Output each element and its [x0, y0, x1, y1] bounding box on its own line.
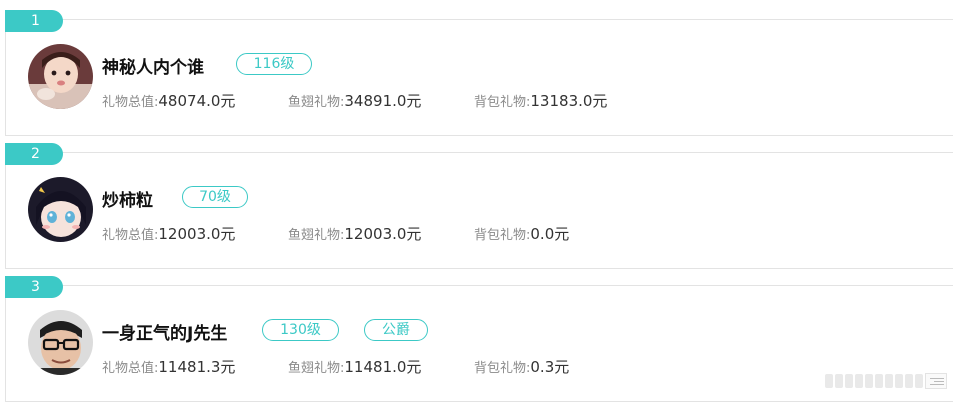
stat-label: 背包礼物:: [474, 361, 531, 376]
stat-label: 背包礼物:: [474, 228, 531, 243]
indicator-dot: [825, 374, 833, 388]
avatar[interactable]: [28, 44, 93, 109]
level-badge: 116级: [236, 53, 312, 75]
noble-badge: 公爵: [364, 319, 428, 341]
user-name[interactable]: 炒柿粒: [102, 186, 153, 211]
level-badge: 70级: [182, 186, 248, 208]
stat-backpack: 背包礼物:0.3元: [474, 356, 569, 377]
avatar[interactable]: [28, 310, 93, 375]
indicator-dot: [895, 374, 903, 388]
indicator-dot: [845, 374, 853, 388]
ranking-card-2: 2 炒柿粒 70级 礼物总值:12003.0元 鱼翅礼物:12003.0元 背包…: [5, 143, 953, 269]
indicator-dot: [865, 374, 873, 388]
stat-fin: 鱼翅礼物:11481.0元: [288, 356, 421, 377]
man-with-glasses-avatar-icon: [28, 310, 93, 375]
indicator-dot: [885, 374, 893, 388]
stat-total: 礼物总值:12003.0元: [102, 223, 235, 244]
stat-label: 礼物总值:: [102, 361, 159, 376]
stat-total: 礼物总值:48074.0元: [102, 90, 235, 111]
stat-value: 48074.0元: [158, 92, 236, 110]
stat-value: 12003.0元: [344, 225, 422, 243]
stat-label: 背包礼物:: [474, 95, 531, 110]
indicator-dot: [915, 374, 923, 388]
level-badge: 130级: [262, 319, 339, 341]
stat-backpack: 背包礼物:0.0元: [474, 223, 569, 244]
rank-tag: 1: [5, 10, 63, 32]
child-photo-avatar-icon: [28, 44, 93, 109]
stat-fin: 鱼翅礼物:12003.0元: [288, 223, 421, 244]
stat-label: 礼物总值:: [102, 228, 159, 243]
indicator-dot: [835, 374, 843, 388]
indicator-dot: [905, 374, 913, 388]
stat-backpack: 背包礼物:13183.0元: [474, 90, 607, 111]
rank-tag: 3: [5, 276, 63, 298]
stat-value: 34891.0元: [344, 92, 422, 110]
user-name[interactable]: 神秘人内个谁: [102, 53, 204, 78]
stat-label: 鱼翅礼物:: [288, 95, 345, 110]
stat-label: 鱼翅礼物:: [288, 361, 345, 376]
stat-label: 鱼翅礼物:: [288, 228, 345, 243]
stat-value: 0.3元: [530, 358, 570, 376]
menu-lines-icon: [925, 373, 947, 389]
indicator-dot: [855, 374, 863, 388]
ranking-card-1: 1 神秘人内个谁 116级 礼物总值:48074.0元 鱼翅礼物:34891.0…: [5, 10, 953, 136]
stat-value: 11481.0元: [344, 358, 422, 376]
stat-total: 礼物总值:11481.3元: [102, 356, 235, 377]
stat-fin: 鱼翅礼物:34891.0元: [288, 90, 421, 111]
page-indicator: [807, 369, 947, 393]
user-name[interactable]: 一身正气的J先生: [102, 319, 227, 344]
rank-tag: 2: [5, 143, 63, 165]
indicator-dot: [875, 374, 883, 388]
stat-value: 13183.0元: [530, 92, 608, 110]
stat-value: 0.0元: [530, 225, 570, 243]
anime-girl-avatar-icon: [28, 177, 93, 242]
avatar[interactable]: [28, 177, 93, 242]
stat-value: 12003.0元: [158, 225, 236, 243]
stat-value: 11481.3元: [158, 358, 236, 376]
stat-label: 礼物总值:: [102, 95, 159, 110]
